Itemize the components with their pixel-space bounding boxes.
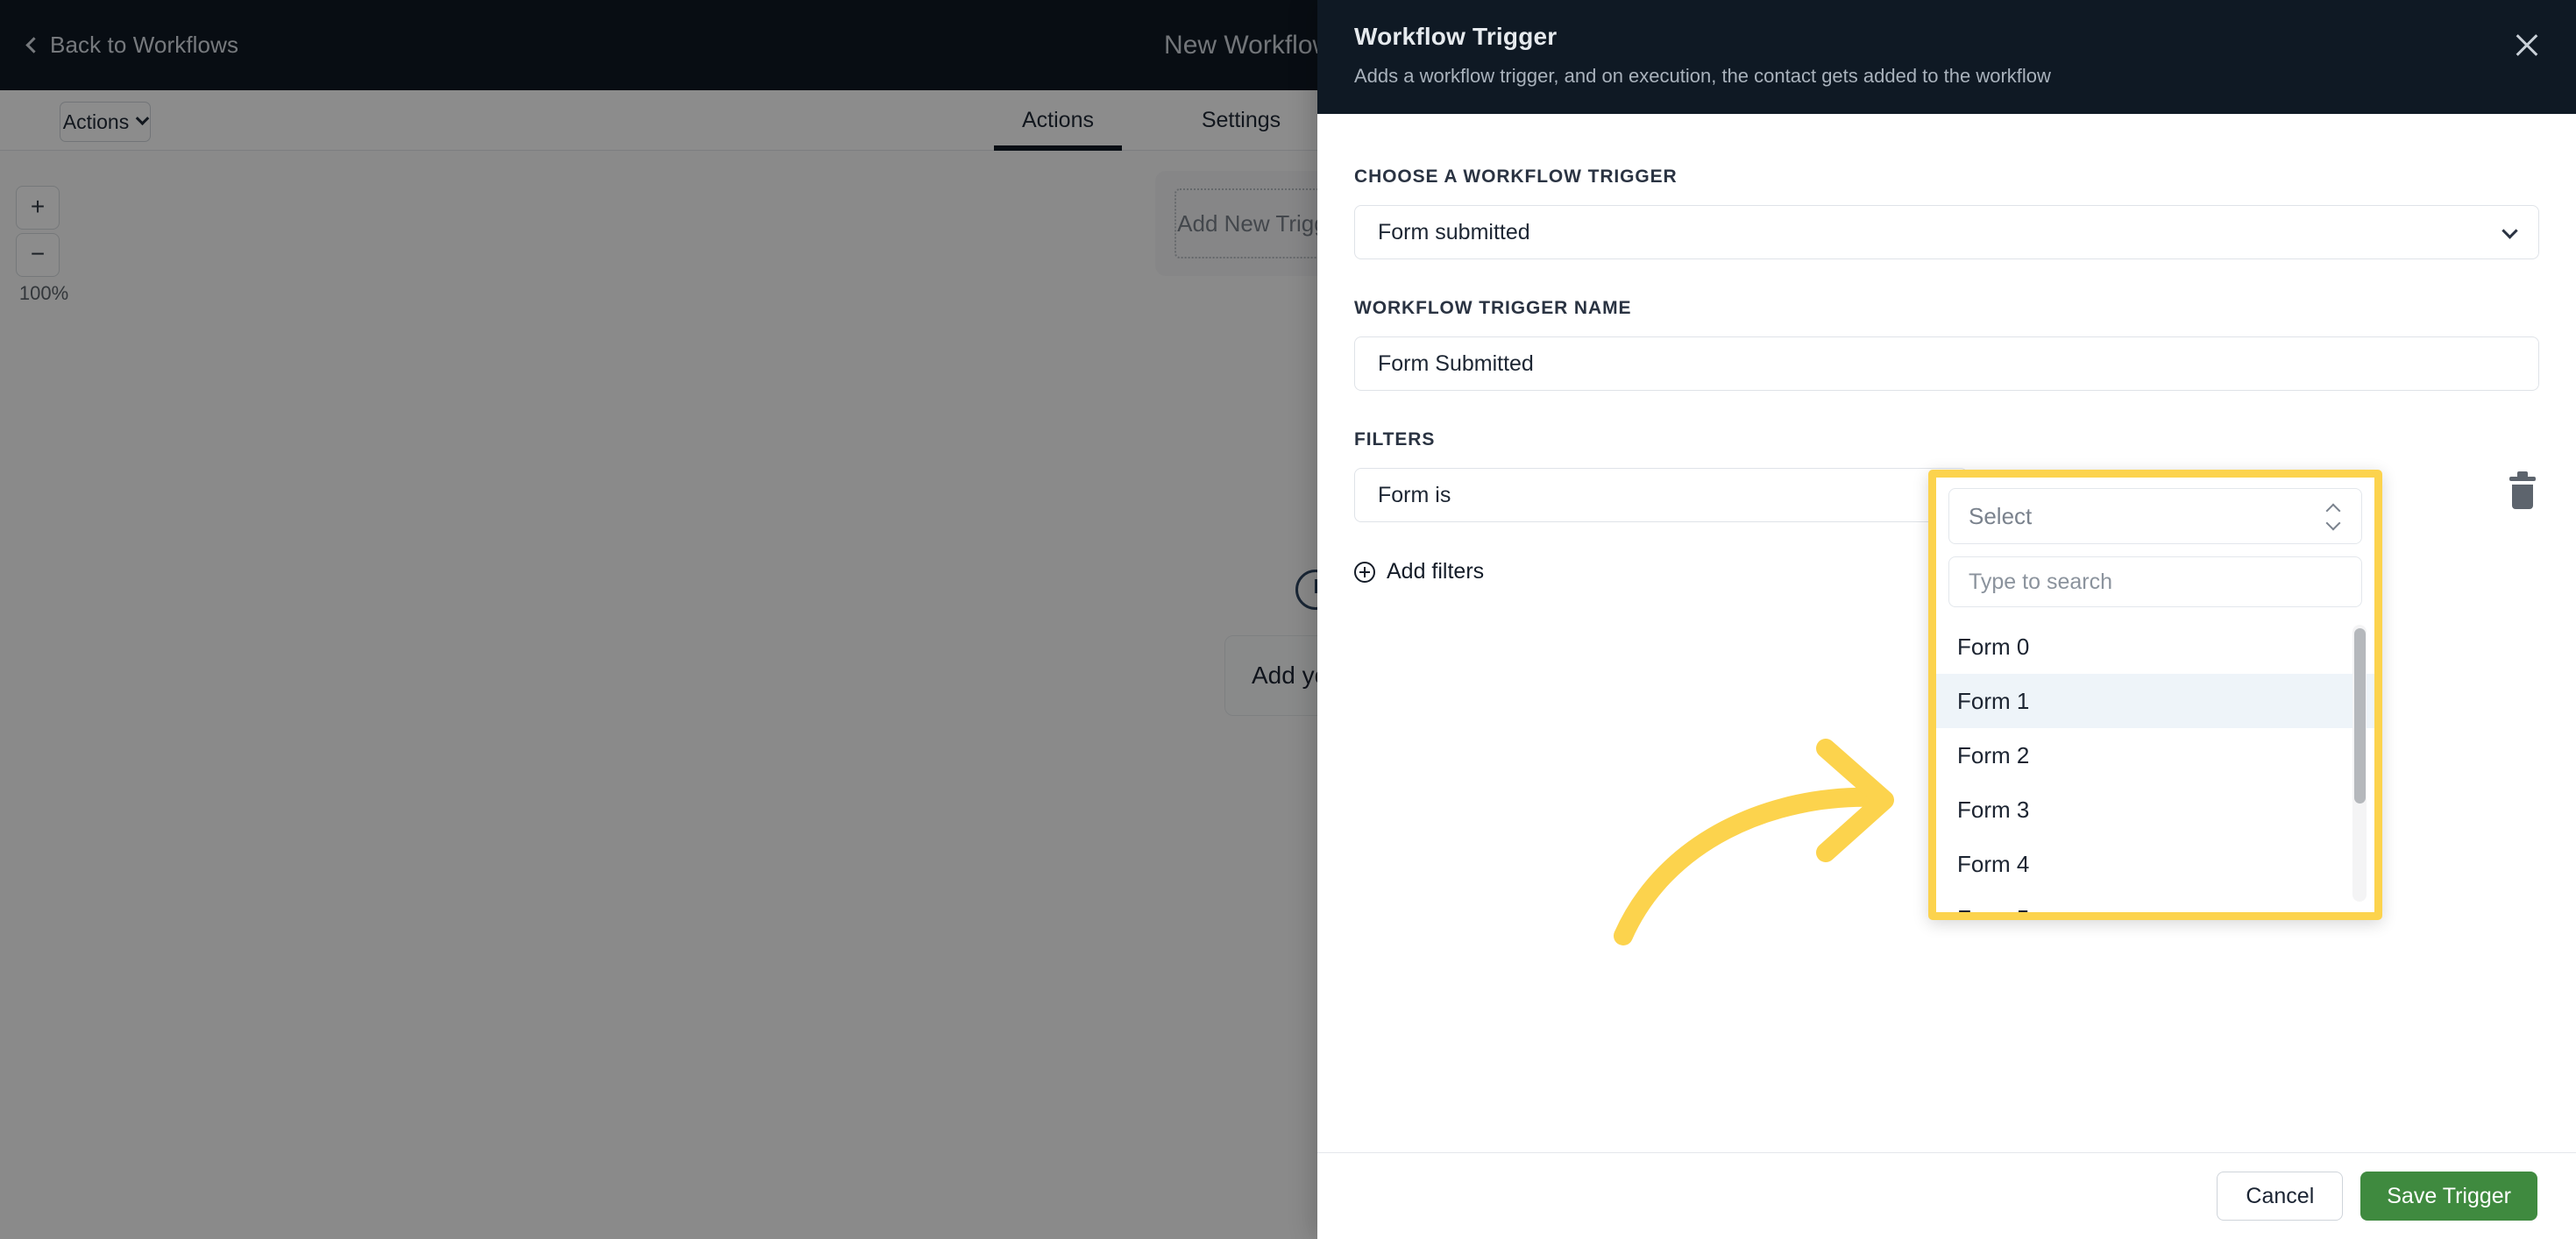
save-trigger-label: Save Trigger <box>2387 1183 2511 1208</box>
chevron-down-icon <box>2501 223 2518 239</box>
option-label: Form 4 <box>1957 850 2030 877</box>
cancel-label: Cancel <box>2246 1183 2315 1208</box>
choose-trigger-value: Form submitted <box>1378 219 1530 244</box>
form-select-field[interactable]: Select <box>1948 488 2362 544</box>
delete-filter-icon[interactable] <box>2509 477 2536 510</box>
option-label: Form 1 <box>1957 687 2030 714</box>
close-icon[interactable] <box>2509 28 2544 63</box>
form-option-list[interactable]: Form 0 Form 1 Form 2 Form 3 Form 4 Form … <box>1936 620 2374 912</box>
form-select-placeholder: Select <box>1969 502 2033 529</box>
option-label: Form 2 <box>1957 741 2030 768</box>
chevron-down-part <box>2325 515 2341 531</box>
choose-trigger-label: CHOOSE A WORKFLOW TRIGGER <box>1354 166 1678 187</box>
trash-lid <box>2509 477 2536 481</box>
trigger-name-input[interactable]: Form Submitted <box>1354 336 2539 391</box>
screen-root: Back to Workflows New Workflow : 1687 Ac… <box>0 0 2576 1239</box>
list-item[interactable]: Form 3 <box>1936 782 2374 837</box>
list-item[interactable]: Form 1 <box>1936 674 2374 728</box>
list-item[interactable]: Form 4 <box>1936 837 2374 891</box>
drawer-subtitle: Adds a workflow trigger, and on executio… <box>1354 65 2051 87</box>
cancel-button[interactable]: Cancel <box>2217 1172 2344 1221</box>
trigger-name-value: Form Submitted <box>1378 350 1534 376</box>
option-label: Form 3 <box>1957 796 2030 823</box>
trigger-name-label: WORKFLOW TRIGGER NAME <box>1354 298 1632 318</box>
drawer-footer: Cancel Save Trigger <box>1317 1152 2576 1239</box>
save-trigger-button[interactable]: Save Trigger <box>2360 1172 2537 1221</box>
option-label: Form 0 <box>1957 633 2030 660</box>
list-item[interactable]: Form 2 <box>1936 728 2374 782</box>
list-item[interactable]: Form 5 <box>1936 891 2374 913</box>
filters-label: FILTERS <box>1354 429 1436 450</box>
list-item[interactable]: Form 0 <box>1936 620 2374 674</box>
choose-trigger-select[interactable]: Form submitted <box>1354 205 2539 259</box>
trash-can <box>2512 485 2533 509</box>
plus-circle-icon <box>1354 561 1375 583</box>
filter-condition-value: Form is <box>1378 482 1451 507</box>
form-search-placeholder: Type to search <box>1969 569 2112 594</box>
filter-condition-box[interactable]: Form is <box>1354 468 1968 522</box>
form-picker: Select Type to search Form 0 Form 1 Form… <box>1936 478 2374 912</box>
drawer-title: Workflow Trigger <box>1354 23 1558 50</box>
drawer-header: Workflow Trigger Adds a workflow trigger… <box>1317 0 2576 114</box>
form-search-input[interactable]: Type to search <box>1948 556 2362 607</box>
option-list-scrollbar-thumb[interactable] <box>2354 628 2366 804</box>
chevron-updown-icon <box>2325 503 2342 531</box>
form-picker-highlight: Select Type to search Form 0 Form 1 Form… <box>1928 470 2382 920</box>
option-label: Form 5 <box>1957 905 2029 913</box>
add-filters-label: Add filters <box>1387 559 1485 584</box>
add-filters-button[interactable]: Add filters <box>1354 559 1484 584</box>
filter-condition-select[interactable]: Form is <box>1354 468 1968 522</box>
